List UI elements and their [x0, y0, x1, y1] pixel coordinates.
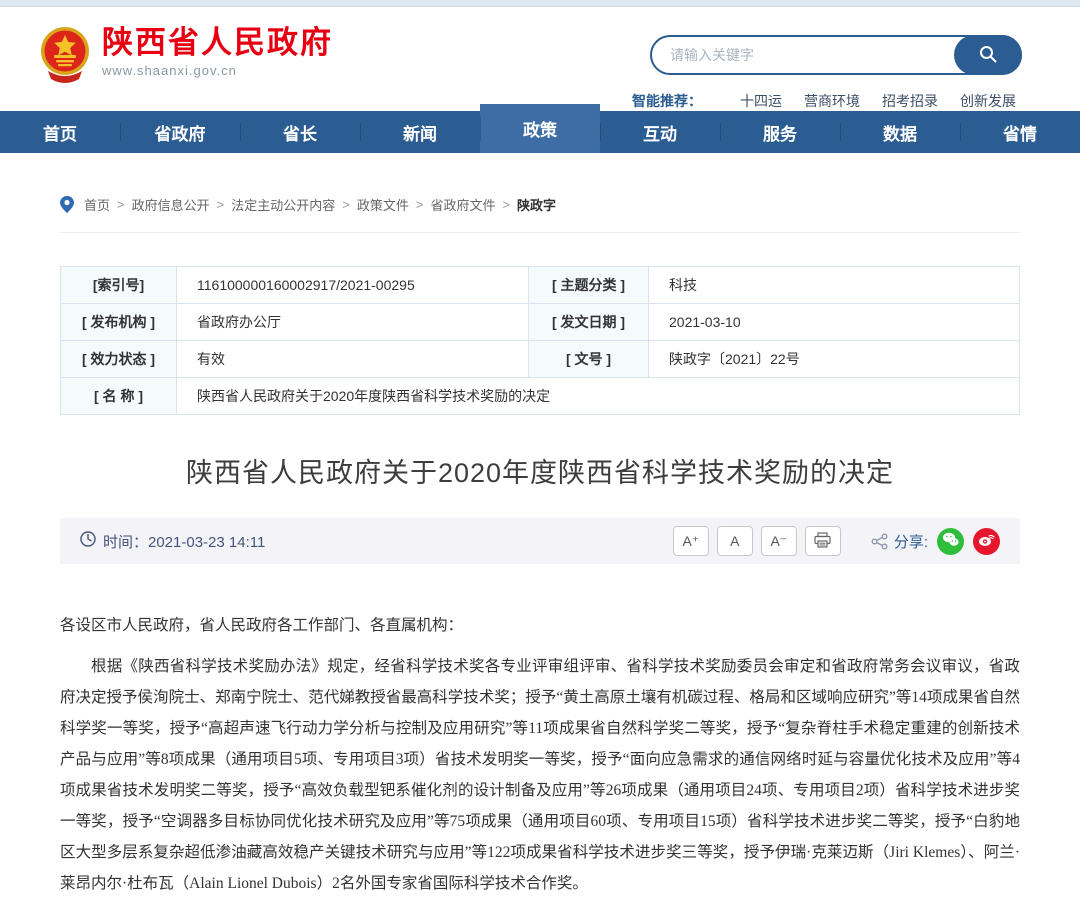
issue-date-value: 2021-03-10 — [649, 304, 1020, 341]
font-reset-button[interactable]: A — [717, 526, 753, 556]
crumb-home[interactable]: 首页 — [84, 195, 110, 214]
nav-item-services[interactable]: 服务 — [720, 111, 840, 153]
crumb-provincial-docs[interactable]: 省政府文件 — [430, 195, 495, 214]
issuing-agency-label: [ 发布机构 ] — [61, 304, 177, 341]
search-button[interactable] — [954, 35, 1022, 75]
share-weibo-button[interactable] — [973, 528, 1000, 555]
publish-time-text: 时间：2021-03-23 14:11 — [103, 531, 265, 552]
main-nav: 首页 省政府 省长 新闻 政策 互动 服务 数据 省情 — [0, 111, 1080, 153]
issuing-agency-value: 省政府办公厅 — [177, 304, 529, 341]
top-strip — [0, 0, 1080, 7]
smart-link-shisiyun[interactable]: 十四运 — [740, 91, 782, 111]
font-decrease-button[interactable]: A⁻ — [761, 526, 797, 556]
index-number-label: [索引号] — [61, 267, 177, 304]
doc-name-value: 陕西省人民政府关于2020年度陕西省科学技术奖励的决定 — [177, 378, 1020, 415]
nav-item-home[interactable]: 首页 — [0, 111, 120, 153]
nav-item-policy[interactable]: 政策 — [480, 104, 600, 153]
location-pin-icon — [60, 196, 74, 213]
crumb-separator: > — [416, 197, 424, 212]
nav-item-news[interactable]: 新闻 — [360, 111, 480, 153]
article-body: 各设区市人民政府，省人民政府各工作部门、各直属机构： 根据《陕西省科学技术奖励办… — [60, 610, 1020, 899]
nav-item-interaction[interactable]: 互动 — [600, 111, 720, 153]
page-title: 陕西省人民政府关于2020年度陕西省科学技术奖励的决定 — [60, 451, 1020, 490]
share-label: 分享: — [894, 531, 928, 552]
share-group: 分享: — [871, 528, 1000, 555]
share-wechat-button[interactable] — [937, 528, 964, 555]
topic-category-value: 科技 — [649, 267, 1020, 304]
crumb-current: 陕政字 — [517, 195, 556, 214]
site-url: www.shaanxi.gov.cn — [102, 63, 333, 78]
smart-recommend-label: 智能推荐： — [632, 91, 702, 111]
table-row: [ 发布机构 ] 省政府办公厅 [ 发文日期 ] 2021-03-10 — [61, 304, 1020, 341]
nav-item-province-profile[interactable]: 省情 — [960, 111, 1080, 153]
article-paragraph: 根据《陕西省科学技术奖励办法》规定，经省科学技术奖各专业评审组评审、省科学技术奖… — [60, 651, 1020, 899]
smart-recommend-row: 智能推荐： 十四运 营商环境 招考招录 创新发展 — [632, 91, 1016, 111]
smart-link-innovation[interactable]: 创新发展 — [960, 91, 1016, 111]
table-row: [ 名 称 ] 陕西省人民政府关于2020年度陕西省科学技术奖励的决定 — [61, 378, 1020, 415]
doc-number-value: 陕政字〔2021〕22号 — [649, 341, 1020, 378]
nav-item-governor[interactable]: 省长 — [240, 111, 360, 153]
wechat-icon — [942, 532, 959, 550]
site-logo[interactable]: 陕西省人民政府 www.shaanxi.gov.cn — [38, 25, 333, 85]
document-meta-table: [索引号] 116100000160002917/2021-00295 [ 主题… — [60, 266, 1020, 415]
index-number-value: 116100000160002917/2021-00295 — [177, 267, 529, 304]
breadcrumb: 首页 > 政府信息公开 > 法定主动公开内容 > 政策文件 > 省政府文件 > … — [60, 195, 1020, 233]
article-meta-bar: 时间：2021-03-23 14:11 A⁺ A A⁻ — [60, 518, 1020, 564]
crumb-separator: > — [217, 197, 225, 212]
issue-date-label: [ 发文日期 ] — [529, 304, 649, 341]
nav-item-data[interactable]: 数据 — [840, 111, 960, 153]
article-salutation: 各设区市人民政府，省人民政府各工作部门、各直属机构： — [60, 610, 1020, 641]
article-controls: A⁺ A A⁻ — [665, 526, 1000, 556]
print-button[interactable] — [805, 526, 841, 556]
doc-name-label: [ 名 称 ] — [61, 378, 177, 415]
share-nodes-icon — [871, 533, 888, 550]
validity-status-value: 有效 — [177, 341, 529, 378]
search-icon — [978, 44, 998, 67]
crumb-separator: > — [502, 197, 510, 212]
nav-item-provincial-gov[interactable]: 省政府 — [120, 111, 240, 153]
weibo-icon — [978, 532, 995, 550]
font-increase-button[interactable]: A⁺ — [673, 526, 709, 556]
search-box — [650, 35, 1022, 75]
smart-link-business-env[interactable]: 营商环境 — [804, 91, 860, 111]
smart-link-recruitment[interactable]: 招考招录 — [882, 91, 938, 111]
main-content: 首页 > 政府信息公开 > 法定主动公开内容 > 政策文件 > 省政府文件 > … — [60, 195, 1020, 899]
crumb-separator: > — [342, 197, 350, 212]
topic-category-label: [ 主题分类 ] — [529, 267, 649, 304]
national-emblem-icon — [38, 25, 92, 85]
publish-time: 时间：2021-03-23 14:11 — [80, 531, 265, 552]
table-row: [ 效力状态 ] 有效 [ 文号 ] 陕政字〔2021〕22号 — [61, 341, 1020, 378]
site-name: 陕西省人民政府 — [102, 25, 333, 61]
crumb-disclosure[interactable]: 法定主动公开内容 — [231, 195, 335, 214]
doc-number-label: [ 文号 ] — [529, 341, 649, 378]
validity-status-label: [ 效力状态 ] — [61, 341, 177, 378]
clock-icon — [80, 531, 103, 551]
crumb-separator: > — [117, 197, 125, 212]
crumb-gov-info[interactable]: 政府信息公开 — [132, 195, 210, 214]
printer-icon — [814, 532, 831, 551]
crumb-policy-docs[interactable]: 政策文件 — [357, 195, 409, 214]
table-row: [索引号] 116100000160002917/2021-00295 [ 主题… — [61, 267, 1020, 304]
site-header: 陕西省人民政府 www.shaanxi.gov.cn 智能推荐： 十四运 营商环… — [0, 7, 1080, 111]
